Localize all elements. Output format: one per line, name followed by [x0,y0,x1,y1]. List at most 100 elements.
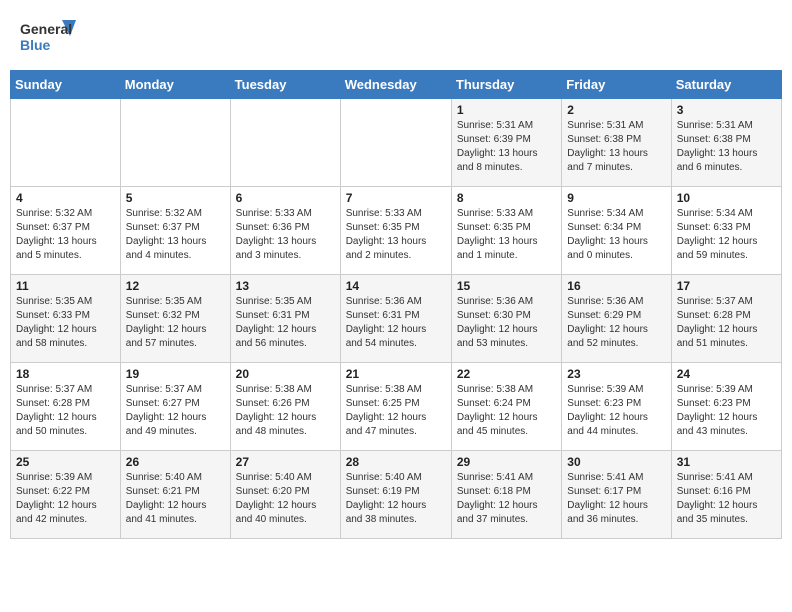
calendar-cell: 26 Sunrise: 5:40 AM Sunset: 6:21 PM Dayli… [120,451,230,539]
cell-text: Sunrise: 5:38 AM Sunset: 6:25 PM Dayligh… [346,383,446,439]
calendar-cell: 1 Sunrise: 5:31 AM Sunset: 6:39 PM Daylig… [451,99,561,187]
calendar-cell: 15Sunrise: 5:36 AM Sunset: 6:30 PM Dayli… [451,275,561,363]
weekday-header-wednesday: Wednesday [340,71,451,99]
calendar-week-4: 18Sunrise: 5:37 AM Sunset: 6:28 PM Dayli… [11,363,782,451]
cell-text: Sunrise: 5:41 AM Sunset: 6:18 PM Dayligh… [457,471,556,527]
cell-text: Sunrise: 5:37 AM Sunset: 6:28 PM Dayligh… [677,295,776,351]
cell-text: Sunrise: 5:41 AM Sunset: 6:17 PM Dayligh… [567,471,665,527]
day-number: 1 [457,103,556,117]
day-number: 12 [126,279,225,293]
cell-text: Sunrise: 5:40 AM Sunset: 6:20 PM Dayligh… [236,471,335,527]
day-number: 3 [677,103,776,117]
cell-text: Sunrise: 5:32 AM Sunset: 6:37 PM Dayligh… [16,207,115,263]
day-number: 24 [677,367,776,381]
calendar-cell: 30 Sunrise: 5:41 AM Sunset: 6:17 PM Dayli… [562,451,671,539]
cell-text: Sunrise: 5:31 AM Sunset: 6:39 PM Dayligh… [457,119,556,175]
day-number: 5 [126,191,225,205]
weekday-header-sunday: Sunday [11,71,121,99]
day-number: 22 [457,367,556,381]
calendar-cell: 6 Sunrise: 5:33 AM Sunset: 6:36 PM Daylig… [230,187,340,275]
day-number: 7 [346,191,446,205]
cell-text: Sunrise: 5:41 AM Sunset: 6:16 PM Dayligh… [677,471,776,527]
svg-text:Blue: Blue [20,37,51,53]
svg-text:General: General [20,21,72,37]
cell-text: Sunrise: 5:33 AM Sunset: 6:35 PM Dayligh… [457,207,556,263]
weekday-header-saturday: Saturday [671,71,781,99]
calendar-cell: 9 Sunrise: 5:34 AM Sunset: 6:34 PM Daylig… [562,187,671,275]
calendar-cell: 28 Sunrise: 5:40 AM Sunset: 6:19 PM Dayli… [340,451,451,539]
calendar-cell: 21 Sunrise: 5:38 AM Sunset: 6:25 PM Dayli… [340,363,451,451]
page-header: GeneralBlue [0,0,792,64]
cell-text: Sunrise: 5:34 AM Sunset: 6:34 PM Dayligh… [567,207,665,263]
calendar-cell: 7Sunrise: 5:33 AM Sunset: 6:35 PM Daylig… [340,187,451,275]
calendar-cell: 10Sunrise: 5:34 AM Sunset: 6:33 PM Dayli… [671,187,781,275]
day-number: 9 [567,191,665,205]
calendar-week-5: 25Sunrise: 5:39 AM Sunset: 6:22 PM Dayli… [11,451,782,539]
day-number: 6 [236,191,335,205]
logo: GeneralBlue [20,16,80,60]
cell-text: Sunrise: 5:36 AM Sunset: 6:31 PM Dayligh… [346,295,446,351]
calendar-wrapper: SundayMondayTuesdayWednesdayThursdayFrid… [0,70,792,549]
day-number: 29 [457,455,556,469]
calendar-cell [11,99,121,187]
day-number: 11 [16,279,115,293]
calendar-week-1: 1 Sunrise: 5:31 AM Sunset: 6:39 PM Daylig… [11,99,782,187]
calendar-cell: 8 Sunrise: 5:33 AM Sunset: 6:35 PM Daylig… [451,187,561,275]
day-number: 21 [346,367,446,381]
calendar-cell: 11 Sunrise: 5:35 AM Sunset: 6:33 PM Dayli… [11,275,121,363]
calendar-cell: 27 Sunrise: 5:40 AM Sunset: 6:20 PM Dayli… [230,451,340,539]
cell-text: Sunrise: 5:33 AM Sunset: 6:36 PM Dayligh… [236,207,335,263]
cell-text: Sunrise: 5:34 AM Sunset: 6:33 PM Dayligh… [677,207,776,263]
calendar-cell: 25Sunrise: 5:39 AM Sunset: 6:22 PM Dayli… [11,451,121,539]
calendar-cell: 13Sunrise: 5:35 AM Sunset: 6:31 PM Dayli… [230,275,340,363]
calendar-cell: 20Sunrise: 5:38 AM Sunset: 6:26 PM Dayli… [230,363,340,451]
calendar-body: 1 Sunrise: 5:31 AM Sunset: 6:39 PM Daylig… [11,99,782,539]
weekday-header-monday: Monday [120,71,230,99]
cell-text: Sunrise: 5:35 AM Sunset: 6:31 PM Dayligh… [236,295,335,351]
cell-text: Sunrise: 5:31 AM Sunset: 6:38 PM Dayligh… [567,119,665,175]
cell-text: Sunrise: 5:37 AM Sunset: 6:27 PM Dayligh… [126,383,225,439]
day-number: 16 [567,279,665,293]
day-number: 17 [677,279,776,293]
day-number: 28 [346,455,446,469]
calendar-cell: 23Sunrise: 5:39 AM Sunset: 6:23 PM Dayli… [562,363,671,451]
day-number: 20 [236,367,335,381]
cell-text: Sunrise: 5:39 AM Sunset: 6:22 PM Dayligh… [16,471,115,527]
cell-text: Sunrise: 5:38 AM Sunset: 6:24 PM Dayligh… [457,383,556,439]
cell-text: Sunrise: 5:35 AM Sunset: 6:33 PM Dayligh… [16,295,115,351]
weekday-header-friday: Friday [562,71,671,99]
cell-text: Sunrise: 5:37 AM Sunset: 6:28 PM Dayligh… [16,383,115,439]
calendar-week-2: 4 Sunrise: 5:32 AM Sunset: 6:37 PM Daylig… [11,187,782,275]
day-number: 19 [126,367,225,381]
calendar-cell: 22 Sunrise: 5:38 AM Sunset: 6:24 PM Dayli… [451,363,561,451]
day-number: 8 [457,191,556,205]
calendar-week-3: 11 Sunrise: 5:35 AM Sunset: 6:33 PM Dayli… [11,275,782,363]
calendar-cell: 12 Sunrise: 5:35 AM Sunset: 6:32 PM Dayli… [120,275,230,363]
calendar-cell: 17 Sunrise: 5:37 AM Sunset: 6:28 PM Dayli… [671,275,781,363]
cell-text: Sunrise: 5:35 AM Sunset: 6:32 PM Dayligh… [126,295,225,351]
calendar-table: SundayMondayTuesdayWednesdayThursdayFrid… [10,70,782,539]
weekday-header-tuesday: Tuesday [230,71,340,99]
cell-text: Sunrise: 5:36 AM Sunset: 6:29 PM Dayligh… [567,295,665,351]
cell-text: Sunrise: 5:32 AM Sunset: 6:37 PM Dayligh… [126,207,225,263]
calendar-cell: 4 Sunrise: 5:32 AM Sunset: 6:37 PM Daylig… [11,187,121,275]
weekday-header-thursday: Thursday [451,71,561,99]
day-number: 4 [16,191,115,205]
calendar-cell: 18Sunrise: 5:37 AM Sunset: 6:28 PM Dayli… [11,363,121,451]
day-number: 26 [126,455,225,469]
day-number: 31 [677,455,776,469]
calendar-cell: 29 Sunrise: 5:41 AM Sunset: 6:18 PM Dayli… [451,451,561,539]
calendar-cell [120,99,230,187]
cell-text: Sunrise: 5:40 AM Sunset: 6:21 PM Dayligh… [126,471,225,527]
day-number: 2 [567,103,665,117]
calendar-cell: 3Sunrise: 5:31 AM Sunset: 6:38 PM Daylig… [671,99,781,187]
cell-text: Sunrise: 5:39 AM Sunset: 6:23 PM Dayligh… [677,383,776,439]
day-number: 14 [346,279,446,293]
day-number: 27 [236,455,335,469]
calendar-cell [230,99,340,187]
cell-text: Sunrise: 5:40 AM Sunset: 6:19 PM Dayligh… [346,471,446,527]
calendar-cell: 19 Sunrise: 5:37 AM Sunset: 6:27 PM Dayli… [120,363,230,451]
day-number: 30 [567,455,665,469]
calendar-cell: 24 Sunrise: 5:39 AM Sunset: 6:23 PM Dayli… [671,363,781,451]
calendar-cell: 2 Sunrise: 5:31 AM Sunset: 6:38 PM Daylig… [562,99,671,187]
